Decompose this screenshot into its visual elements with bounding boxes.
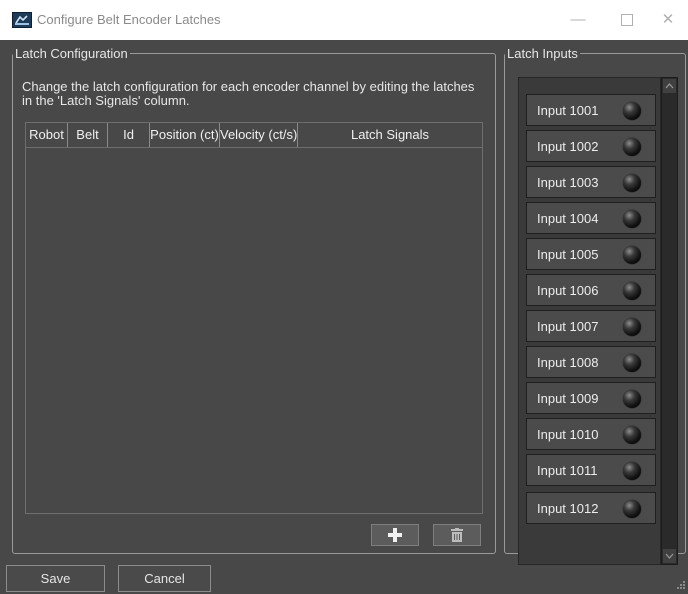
minimize-button[interactable]: — [558, 8, 598, 32]
status-led-icon [623, 210, 641, 228]
latch-input-item[interactable]: Input 1009 [526, 382, 656, 414]
cancel-button[interactable]: Cancel [118, 565, 211, 592]
trash-icon [451, 528, 463, 542]
latch-input-label: Input 1002 [537, 139, 599, 154]
delete-latch-button[interactable] [433, 524, 481, 546]
status-led-icon [623, 354, 641, 372]
latch-input-label: Input 1007 [537, 319, 599, 334]
column-header-belt[interactable]: Belt [68, 123, 108, 147]
latch-input-label: Input 1003 [537, 175, 599, 190]
status-led-icon [623, 282, 641, 300]
dialog-body: Latch Configuration Change the latch con… [0, 40, 688, 594]
column-header-velocity[interactable]: Velocity (ct/s) [220, 123, 298, 147]
latch-configuration-legend: Latch Configuration [15, 46, 128, 61]
latch-input-item[interactable]: Input 1011 [526, 454, 656, 486]
status-led-icon [623, 462, 641, 480]
status-led-icon [623, 102, 641, 120]
plus-icon [388, 528, 402, 542]
latch-input-item[interactable]: Input 1001 [526, 94, 656, 126]
latch-input-label: Input 1012 [537, 501, 599, 516]
scroll-down-button[interactable] [663, 549, 676, 563]
column-header-robot[interactable]: Robot [26, 123, 68, 147]
latch-input-label: Input 1006 [537, 283, 599, 298]
latch-input-label: Input 1004 [537, 211, 599, 226]
latch-input-label: Input 1010 [537, 427, 599, 442]
latch-configuration-description: Change the latch configuration for each … [22, 79, 475, 108]
latch-input-label: Input 1008 [537, 355, 599, 370]
column-header-position[interactable]: Position (ct) [150, 123, 220, 147]
scroll-up-button[interactable] [663, 79, 676, 93]
resize-grip-icon[interactable] [676, 580, 686, 590]
app-icon [12, 12, 32, 28]
latch-table-header: Robot Belt Id Position (ct) Velocity (ct… [26, 123, 482, 148]
column-header-id[interactable]: Id [108, 123, 150, 147]
status-led-icon [623, 174, 641, 192]
latch-input-item[interactable]: Input 1012 [526, 492, 656, 524]
chevron-up-icon [665, 83, 674, 89]
latch-input-item[interactable]: Input 1008 [526, 346, 656, 378]
latch-input-item[interactable]: Input 1007 [526, 310, 656, 342]
latch-input-item[interactable]: Input 1004 [526, 202, 656, 234]
latch-input-item[interactable]: Input 1010 [526, 418, 656, 450]
status-led-icon [623, 500, 641, 518]
latch-input-label: Input 1011 [537, 463, 598, 478]
latch-input-item[interactable]: Input 1005 [526, 238, 656, 270]
latch-table[interactable]: Robot Belt Id Position (ct) Velocity (ct… [25, 122, 483, 514]
status-led-icon [623, 246, 641, 264]
maximize-icon [621, 14, 633, 27]
latch-input-item[interactable]: Input 1006 [526, 274, 656, 306]
status-led-icon [623, 390, 641, 408]
latch-input-label: Input 1009 [537, 391, 599, 406]
latch-input-item[interactable]: Input 1002 [526, 130, 656, 162]
latch-input-label: Input 1001 [537, 103, 599, 118]
window-title: Configure Belt Encoder Latches [37, 12, 221, 27]
add-latch-button[interactable] [371, 524, 419, 546]
status-led-icon [623, 138, 641, 156]
chevron-down-icon [665, 553, 674, 559]
latch-input-label: Input 1005 [537, 247, 599, 262]
maximize-button[interactable] [607, 8, 647, 32]
save-button[interactable]: Save [6, 565, 105, 592]
latch-inputs-legend: Latch Inputs [507, 46, 578, 61]
title-bar: Configure Belt Encoder Latches — ✕ [0, 0, 688, 40]
status-led-icon [623, 426, 641, 444]
close-button[interactable]: ✕ [648, 8, 688, 32]
latch-inputs-scrollbar[interactable] [661, 77, 678, 565]
status-led-icon [623, 318, 641, 336]
latch-input-item[interactable]: Input 1003 [526, 166, 656, 198]
column-header-latch-signals[interactable]: Latch Signals [298, 123, 482, 147]
